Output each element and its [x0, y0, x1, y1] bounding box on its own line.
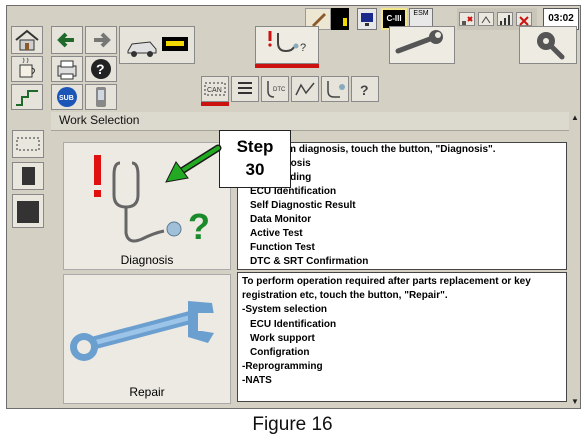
- help-icon[interactable]: ?: [85, 56, 117, 82]
- printer-icon[interactable]: [51, 56, 83, 82]
- page-header: Work Selection: [51, 112, 578, 131]
- list-item: Data Monitor: [250, 214, 312, 225]
- repair-label: Repair: [129, 385, 165, 399]
- svg-text:CAN: CAN: [207, 87, 222, 94]
- list-item: -Reprogramming: [242, 361, 323, 373]
- forward-button[interactable]: [85, 26, 117, 54]
- document-icon[interactable]: [12, 162, 44, 190]
- data-monitor-button[interactable]: [291, 76, 319, 102]
- left-panel: [7, 112, 51, 408]
- repair-text-line: To perform operation required after part…: [242, 276, 531, 287]
- page-title: Work Selection: [59, 113, 140, 127]
- list-item: Configration: [250, 347, 310, 359]
- signal-icon: [497, 12, 513, 26]
- can-diagnosis-button[interactable]: CAN: [201, 76, 229, 102]
- active-test-button[interactable]: [321, 76, 349, 102]
- step-callout: Step 30: [219, 130, 291, 188]
- sub-mode-button[interactable]: SUB: [51, 84, 83, 110]
- signal-graph-icon[interactable]: [11, 84, 43, 110]
- list-icon[interactable]: [231, 76, 259, 102]
- function-test-button[interactable]: ?: [351, 76, 379, 102]
- active-mode-indicator: [255, 64, 319, 68]
- vi-status-icon: [331, 8, 349, 30]
- repair-description: To perform operation required after part…: [237, 272, 567, 402]
- diagnosis-label: Diagnosis: [120, 253, 174, 267]
- phone-icon[interactable]: [85, 84, 117, 110]
- diagnosis-button[interactable]: ? Diagnosis: [63, 142, 231, 270]
- diagnosis-mode-button[interactable]: ?: [255, 26, 319, 64]
- list-item: Self Diagnostic Result: [250, 200, 356, 211]
- list-item: Function Test: [250, 242, 315, 253]
- folder-icon[interactable]: [12, 194, 44, 228]
- wrench-icon: [70, 301, 216, 361]
- can-active-indicator: [201, 102, 229, 106]
- sub-label: SUB: [59, 95, 74, 102]
- scrollbar[interactable]: ▲ ▼: [569, 112, 580, 408]
- list-item: ECU Identification: [250, 318, 337, 330]
- callout-step-label: Step: [236, 137, 274, 156]
- list-item: Work support: [250, 332, 315, 344]
- wireless-off-icon: [516, 12, 532, 26]
- svg-text:?: ?: [96, 61, 105, 77]
- scroll-up-arrow[interactable]: ▲: [569, 112, 580, 124]
- esm-label: ESM: [413, 10, 429, 17]
- svg-text:?: ?: [300, 42, 306, 54]
- vehicle-vi-button[interactable]: [119, 26, 195, 64]
- repair-text-line: registration etc, touch the button, "Rep…: [242, 290, 448, 302]
- stethoscope-icon: ?: [94, 155, 210, 247]
- application-window: C-III ESM 03:02 ? ? SUB CAN DTC ? Work S…: [6, 5, 581, 409]
- dtc-label: DTC: [273, 87, 286, 93]
- scroll-down-arrow[interactable]: ▼: [569, 396, 580, 408]
- list-item: -NATS: [242, 375, 272, 387]
- lan-icon: [459, 12, 475, 26]
- figure-caption: Figure 16: [252, 414, 333, 435]
- dtc-button[interactable]: DTC: [261, 76, 289, 102]
- maintenance-mode-button[interactable]: [519, 26, 577, 64]
- repair-mode-button[interactable]: [389, 26, 455, 64]
- usb-icon: [478, 12, 494, 26]
- repair-text-line: -System selection: [242, 304, 328, 316]
- list-item: DTC & SRT Confirmation: [250, 256, 369, 267]
- coffee-icon[interactable]: [11, 56, 43, 82]
- svg-text:?: ?: [360, 82, 369, 98]
- back-button[interactable]: [51, 26, 83, 54]
- repair-button[interactable]: Repair: [63, 274, 231, 404]
- can-mode-icon[interactable]: [12, 130, 44, 158]
- home-button[interactable]: [11, 26, 43, 54]
- list-item: Active Test: [250, 228, 303, 239]
- monitor-icon[interactable]: [357, 8, 377, 30]
- callout-step-number: 30: [245, 160, 265, 179]
- svg-text:?: ?: [188, 206, 210, 247]
